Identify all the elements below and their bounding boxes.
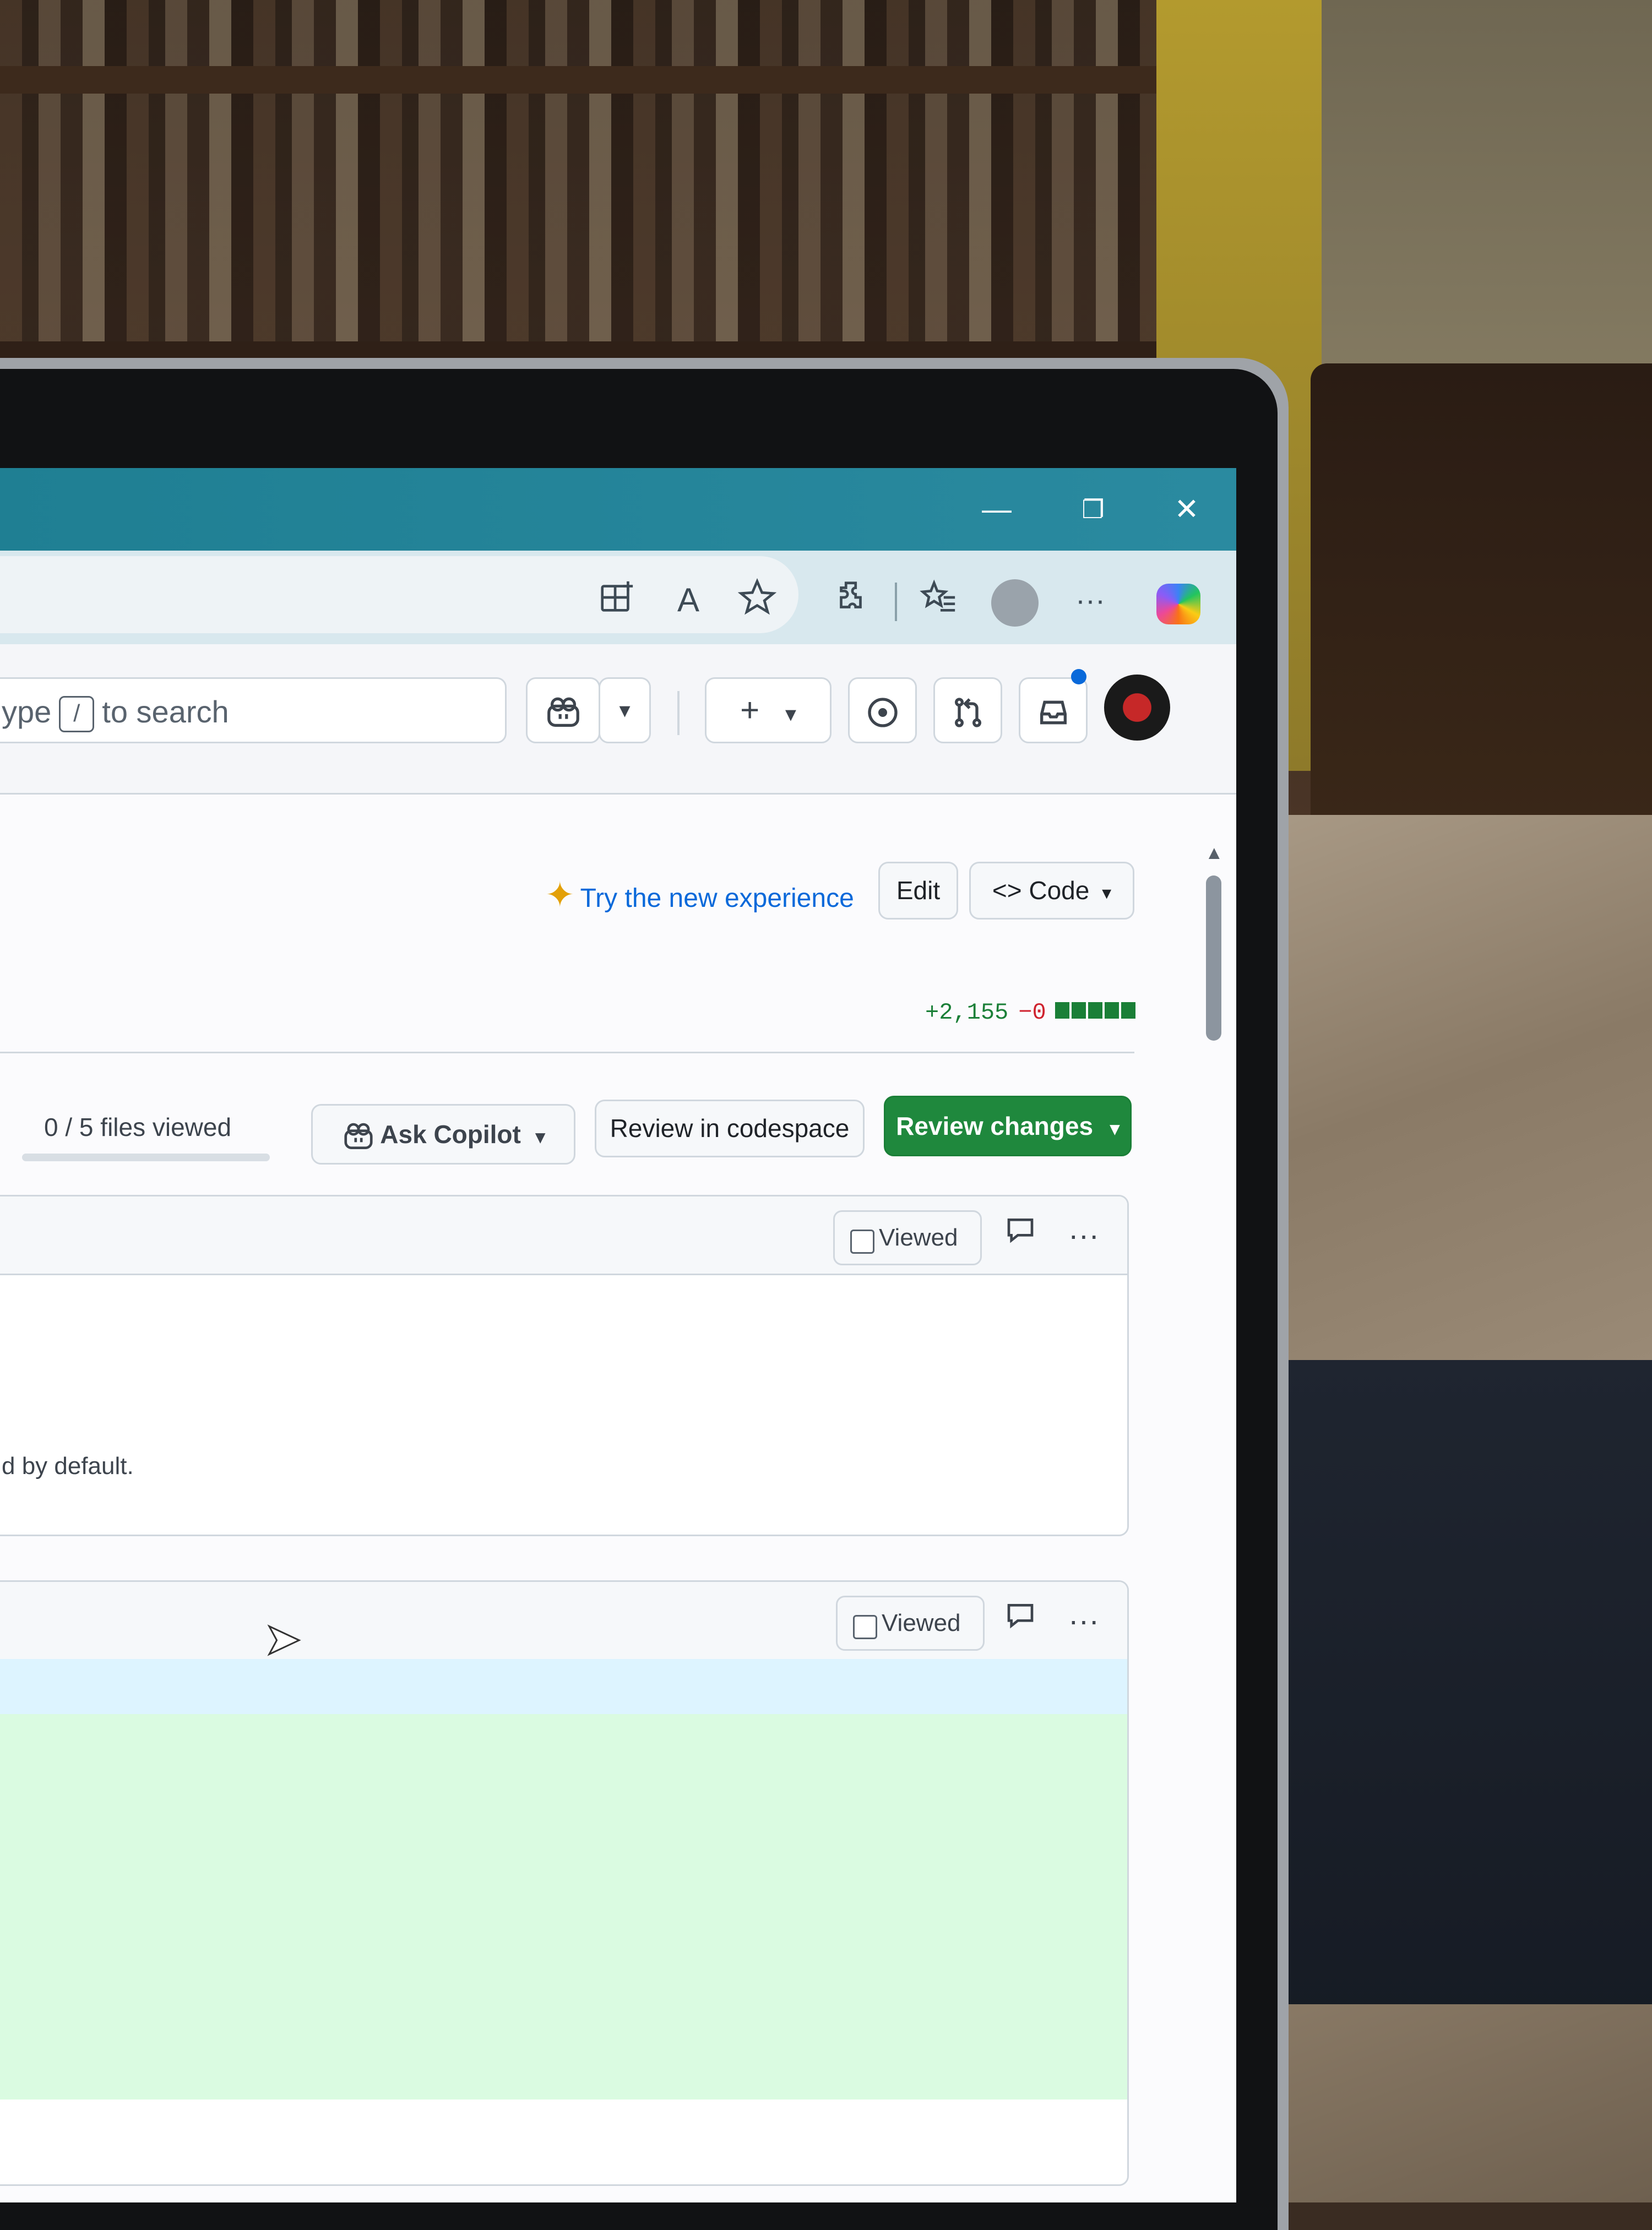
diffstat-block (1055, 1002, 1069, 1019)
inbox-icon (1040, 700, 1067, 725)
comment-icon[interactable] (998, 1213, 1042, 1257)
copilot-face-icon (344, 1123, 373, 1149)
background-table (1239, 2004, 1652, 2202)
review-in-codespace-button[interactable]: Review in codespace (595, 1100, 865, 1157)
split-screen-icon[interactable] (595, 578, 639, 622)
copilot-button[interactable] (526, 677, 600, 743)
viewed-label: Viewed (882, 1609, 961, 1636)
extensions-icon[interactable] (829, 578, 873, 622)
github-page: ype / to search ▾ + ▾ ▲ ✦ Try the new ex… (0, 644, 1236, 2202)
diffstat-block (1088, 1002, 1102, 1019)
background-chair (1311, 363, 1652, 859)
background-table (1239, 815, 1652, 1366)
try-new-experience-label: Try the new experience (580, 884, 854, 913)
files-viewed-counter: 0 / 5 files viewed (44, 1113, 232, 1141)
window-titlebar: — ❐ ✕ (0, 468, 1236, 551)
more-icon[interactable]: ··· (1068, 578, 1112, 622)
file-diff-card: Viewed ··· d by default. (0, 1195, 1129, 1536)
additions-count: +2,155 (925, 999, 1009, 1026)
code-button[interactable]: <> Code ▾ (969, 862, 1134, 920)
browser-toolbar: A ··· (0, 551, 1236, 644)
restore-button[interactable]: ❐ (1074, 490, 1112, 529)
inbox-button[interactable] (1019, 677, 1088, 743)
plus-icon: + (740, 692, 760, 728)
chevron-down-icon: ▾ (535, 1127, 545, 1147)
background-dark-box (1239, 1360, 1652, 2032)
comment-icon[interactable] (998, 1598, 1042, 1642)
try-new-experience-link[interactable]: ✦ Try the new experience (545, 873, 854, 921)
profile-icon[interactable] (991, 579, 1039, 627)
favorite-star-icon[interactable] (735, 578, 779, 622)
search-placeholder-suffix: to search (102, 694, 229, 729)
diffstat-block (1071, 1002, 1086, 1019)
scroll-up-arrow[interactable]: ▲ (1205, 842, 1224, 864)
search-placeholder-prefix: ype (2, 694, 52, 729)
background-books (0, 0, 1184, 385)
chevron-down-icon: ▾ (1102, 883, 1112, 904)
mouse-cursor-icon: ➤ (263, 1614, 302, 1665)
copilot-icon[interactable] (1156, 584, 1200, 624)
issue-icon (867, 698, 898, 727)
notification-dot (1071, 669, 1086, 684)
favorites-icon[interactable] (917, 578, 961, 622)
files-viewed-progress (22, 1154, 270, 1161)
viewed-checkbox-button[interactable]: Viewed (836, 1596, 985, 1651)
user-avatar[interactable] (1104, 675, 1170, 741)
edit-button[interactable]: Edit (878, 862, 958, 920)
github-header: ype / to search ▾ + ▾ (0, 644, 1236, 795)
diffstat: +2,155 −0 (925, 999, 1138, 1026)
laptop-screen: — ❐ ✕ A ··· ype / to search ▾ + ▾ ▲ ✦ Tr… (0, 468, 1236, 2202)
review-changes-label: Review changes (896, 1112, 1094, 1140)
copilot-menu-button[interactable]: ▾ (599, 677, 651, 743)
viewed-checkbox-button[interactable]: Viewed (833, 1210, 982, 1265)
diffstat-block (1104, 1002, 1119, 1019)
review-changes-button[interactable]: Review changes ▾ (884, 1096, 1132, 1156)
diff-hunk-header (0, 1659, 1127, 1714)
read-aloud-icon[interactable]: A (666, 578, 710, 622)
diff-added-lines (0, 1714, 1127, 2100)
header-divider (677, 691, 680, 735)
chevron-down-icon: ▾ (1110, 1118, 1120, 1139)
sparkle-icon: ✦ (545, 875, 575, 915)
close-button[interactable]: ✕ (1167, 490, 1206, 529)
ask-copilot-button[interactable]: Ask Copilot ▾ (311, 1104, 575, 1165)
code-icon: <> (992, 876, 1022, 905)
file-diff-card: Viewed ··· (0, 1580, 1129, 2186)
issues-button[interactable] (848, 677, 917, 743)
ask-copilot-label: Ask Copilot (380, 1120, 521, 1149)
toolbar-separator (895, 583, 897, 621)
section-divider (0, 1052, 1134, 1053)
file-collapsed-note: d by default. (2, 1453, 134, 1480)
search-input[interactable]: ype / to search (0, 677, 507, 743)
scrollbar-thumb[interactable] (1206, 875, 1221, 1041)
pull-requests-button[interactable] (933, 677, 1002, 743)
code-label: Code (1029, 876, 1090, 905)
file-header: Viewed ··· (0, 1196, 1127, 1275)
viewed-label: Viewed (879, 1224, 958, 1251)
copilot-face-icon (547, 697, 579, 727)
create-new-button[interactable]: + ▾ (705, 677, 832, 743)
background-shelf-board (0, 66, 1184, 94)
deletions-count: −0 (1018, 999, 1046, 1026)
chevron-down-icon: ▾ (785, 702, 796, 726)
more-options-icon[interactable]: ··· (1062, 1598, 1106, 1642)
file-header: Viewed ··· (0, 1582, 1127, 1661)
checkbox-icon (850, 1230, 874, 1254)
checkbox-icon (853, 1615, 877, 1639)
diffstat-block (1121, 1002, 1135, 1019)
minimize-button[interactable]: — (977, 490, 1016, 529)
diffstat-blocks (1055, 999, 1138, 1026)
more-options-icon[interactable]: ··· (1062, 1213, 1106, 1257)
slash-key-icon: / (59, 696, 95, 733)
pull-request-icon (954, 698, 981, 727)
